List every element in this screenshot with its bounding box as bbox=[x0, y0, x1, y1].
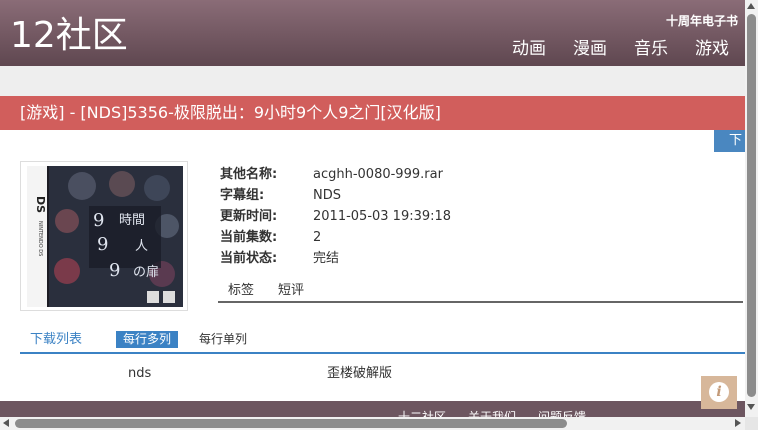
download-note: 歪楼破解版 bbox=[327, 366, 393, 381]
download-link[interactable]: nds bbox=[128, 364, 151, 384]
multi-column-button[interactable]: 每行多列 bbox=[116, 331, 179, 348]
site-logo[interactable]: 12社区 bbox=[10, 14, 128, 58]
main-nav: 动画 漫画 音乐 游戏 bbox=[512, 38, 729, 60]
nav-item-anime[interactable]: 动画 bbox=[512, 38, 546, 60]
cover-frame: DS NINTENDO DS 9 時間 9 人 9 の扉 bbox=[20, 161, 188, 311]
footer-links: 十二社区 关于我们 问题反馈 bbox=[398, 408, 586, 417]
vertical-scroll-thumb[interactable] bbox=[747, 14, 756, 397]
svg-text:9: 9 bbox=[93, 210, 104, 231]
info-panel: 其他名称: acghh-0080-999.rar 字幕组: NDS 更新时间: 201… bbox=[220, 164, 451, 269]
game-cover-image: DS NINTENDO DS 9 時間 9 人 9 の扉 bbox=[27, 166, 183, 307]
info-row-episodes: 当前集数: 2 bbox=[220, 227, 451, 248]
site-header: 12社区 十周年电子书 动画 漫画 音乐 游戏 bbox=[0, 0, 745, 66]
info-value: 完结 bbox=[313, 251, 340, 266]
horizontal-scrollbar[interactable] bbox=[0, 417, 745, 430]
info-row-updated: 更新时间: 2011-05-03 19:39:18 bbox=[220, 206, 451, 227]
tab-reviews[interactable]: 短评 bbox=[278, 281, 304, 301]
horizontal-scroll-thumb[interactable] bbox=[15, 419, 567, 428]
svg-text:NINTENDO DS: NINTENDO DS bbox=[37, 221, 43, 256]
info-button[interactable]: i bbox=[701, 376, 737, 409]
svg-text:9: 9 bbox=[97, 234, 108, 255]
svg-text:時間: 時間 bbox=[119, 213, 145, 228]
download-row: nds 歪楼破解版 bbox=[0, 364, 745, 384]
footer-link-home[interactable]: 十二社区 bbox=[398, 408, 446, 417]
svg-text:人: 人 bbox=[135, 239, 148, 254]
single-column-button[interactable]: 每行单列 bbox=[199, 331, 247, 348]
svg-text:DS: DS bbox=[34, 196, 47, 213]
nav-item-music[interactable]: 音乐 bbox=[634, 38, 668, 60]
info-icon: i bbox=[709, 382, 729, 402]
sub-bar bbox=[0, 66, 745, 96]
nav-item-manga[interactable]: 漫画 bbox=[573, 38, 607, 60]
info-key: 更新时间: bbox=[220, 209, 278, 224]
info-value: acghh-0080-999.rar bbox=[313, 167, 443, 182]
ebook-link[interactable]: 十周年电子书 bbox=[666, 12, 738, 29]
download-list-title[interactable]: 下载列表 bbox=[30, 330, 82, 350]
tab-tags[interactable]: 标签 bbox=[228, 281, 254, 301]
scroll-right-icon[interactable] bbox=[735, 419, 741, 427]
footer-link-about[interactable]: 关于我们 bbox=[468, 408, 516, 417]
scroll-down-icon[interactable] bbox=[747, 404, 755, 410]
site-footer: 十二社区 关于我们 问题反馈 bbox=[0, 401, 745, 417]
page-title: [游戏] - [NDS]5356-极限脱出：9小时9个人9之门[汉化版] bbox=[0, 96, 745, 130]
download-list-header: 下载列表 每行多列 每行单列 bbox=[20, 330, 745, 354]
detail-tabs: 标签 短评 bbox=[218, 281, 743, 303]
info-key: 当前状态: bbox=[220, 251, 278, 266]
vertical-scrollbar[interactable] bbox=[745, 0, 758, 417]
nav-item-games[interactable]: 游戏 bbox=[695, 38, 729, 60]
footer-link-feedback[interactable]: 问题反馈 bbox=[538, 408, 586, 417]
info-row-subgroup: 字幕组: NDS bbox=[220, 185, 451, 206]
info-row-alt-name: 其他名称: acghh-0080-999.rar bbox=[220, 164, 451, 185]
scroll-left-icon[interactable] bbox=[3, 419, 9, 427]
info-row-status: 当前状态: 完结 bbox=[220, 248, 451, 269]
info-key: 字幕组: bbox=[220, 188, 265, 203]
svg-text:の扉: の扉 bbox=[133, 264, 159, 280]
info-key: 当前集数: bbox=[220, 230, 278, 245]
scrollbar-corner bbox=[745, 417, 758, 430]
download-tab[interactable]: 下 bbox=[714, 130, 745, 152]
info-value: NDS bbox=[313, 188, 341, 203]
info-value: 2011-05-03 19:39:18 bbox=[313, 209, 452, 224]
svg-text:9: 9 bbox=[109, 260, 120, 281]
scroll-up-icon[interactable] bbox=[747, 3, 755, 9]
info-key: 其他名称: bbox=[220, 167, 278, 182]
info-value: 2 bbox=[313, 230, 322, 245]
